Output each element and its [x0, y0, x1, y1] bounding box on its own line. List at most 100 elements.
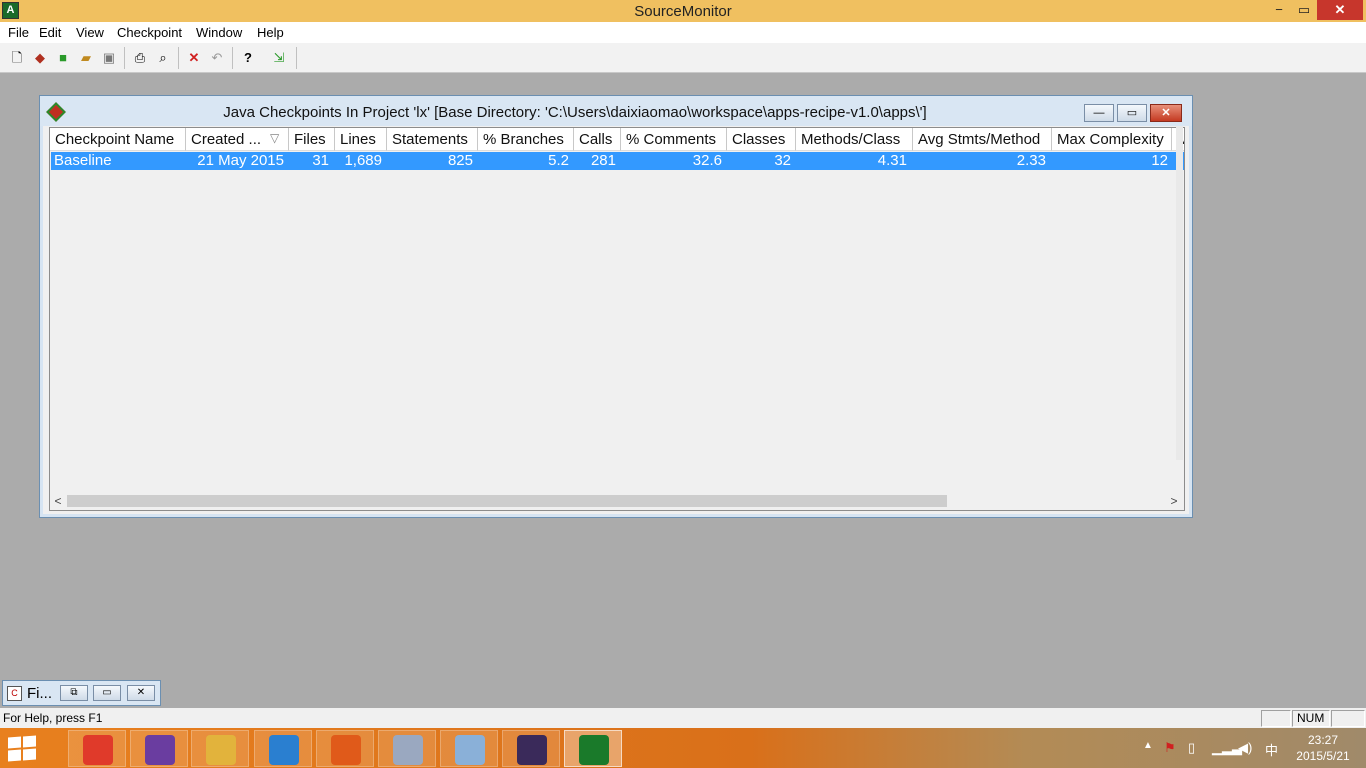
child-close-button[interactable]: ✕ — [1150, 104, 1182, 122]
open-folder-icon[interactable]: ▰ — [76, 48, 96, 68]
column-header-calls[interactable]: Calls — [574, 128, 621, 151]
chrome-icon — [83, 735, 113, 765]
column-header-statements[interactable]: Statements — [387, 128, 478, 151]
table-row-baseline[interactable]: Baseline 21 May 2015 31 1,689 825 5.2 28… — [51, 152, 1184, 170]
taskbar-file-explorer-button[interactable] — [191, 730, 249, 767]
system-clock[interactable]: 23:27 2015/5/21 — [1288, 732, 1358, 764]
table-header: Checkpoint Name Created ... ▽ Files Lines… — [50, 128, 1184, 151]
scroll-left-icon[interactable]: < — [50, 492, 66, 510]
taskbar-powerpoint-like-button[interactable] — [316, 730, 374, 767]
horizontal-scrollbar[interactable]: < > — [50, 492, 1184, 510]
delete-icon[interactable]: ✕ — [184, 48, 204, 68]
sourcemonitor-app: A SourceMonitor − ▭ ✕ File Edit View Che… — [0, 0, 1366, 728]
add-checkpoint-icon[interactable]: ■ — [53, 48, 73, 68]
cell-avg-stmts-per-method: 2.33 — [1016, 152, 1046, 169]
checkpoints-table: Checkpoint Name Created ... ▽ Files Lines… — [49, 127, 1185, 511]
close-button[interactable]: ✕ — [1317, 0, 1363, 20]
column-header-avg-stmts-per-method[interactable]: Avg Stmts/Method — [913, 128, 1052, 151]
open-project-icon[interactable]: ◆ — [30, 48, 50, 68]
scrollbar-thumb[interactable] — [67, 495, 947, 507]
column-header-created[interactable]: Created ... ▽ — [186, 128, 289, 151]
checkpoints-window: Java Checkpoints In Project 'lx' [Base D… — [39, 95, 1193, 518]
windows-logo-icon — [8, 736, 21, 749]
messaging-icon — [269, 735, 299, 765]
column-header-checkpoint-name[interactable]: Checkpoint Name — [50, 128, 186, 151]
column-header-branches[interactable]: % Branches — [478, 128, 574, 151]
print-icon[interactable]: ⎙ — [130, 48, 150, 68]
sort-descending-icon: ▽ — [270, 131, 280, 145]
undo-icon[interactable]: ↶ — [207, 48, 227, 68]
minimized-restore-button[interactable]: ⧉ — [60, 685, 88, 701]
cell-max-complexity: 12 — [1151, 152, 1168, 169]
menu-file[interactable]: File — [8, 25, 29, 40]
status-bar: For Help, press F1 NUM — [0, 708, 1366, 728]
title-bar: A SourceMonitor − ▭ ✕ — [0, 0, 1366, 22]
vertical-scrollbar-stub — [1176, 126, 1183, 460]
minimized-maximize-button[interactable]: ▭ — [93, 685, 121, 701]
column-header-max-complexity[interactable]: Max Complexity — [1052, 128, 1172, 151]
child-minimize-button[interactable]: — — [1084, 104, 1114, 122]
taskbar-java-ee-ide-button[interactable] — [502, 730, 560, 767]
taskbar-visual-studio-button[interactable] — [130, 730, 188, 767]
cell-lines: 1,689 — [344, 152, 382, 169]
minimized-window-label: Fi... — [27, 685, 52, 702]
file-explorer-icon — [206, 735, 236, 765]
status-pane-num: NUM — [1292, 710, 1330, 727]
sourcemonitor-icon — [579, 735, 609, 765]
visual-studio-icon — [145, 735, 175, 765]
minimized-close-button[interactable]: ✕ — [127, 685, 155, 701]
scroll-right-icon[interactable]: > — [1166, 492, 1182, 510]
windows-logo-icon — [23, 748, 36, 761]
start-button[interactable] — [8, 735, 38, 762]
cell-files: 31 — [312, 152, 329, 169]
cell-branches: 5.2 — [548, 152, 569, 169]
column-header-lines[interactable]: Lines — [335, 128, 387, 151]
column-header-comments[interactable]: % Comments — [621, 128, 727, 151]
taskbar-chrome-button[interactable] — [68, 730, 126, 767]
taskbar-messaging-button[interactable] — [254, 730, 312, 767]
exit-icon[interactable]: ⇲ — [269, 48, 289, 68]
context-help-icon[interactable]: ? — [238, 48, 258, 68]
paint-icon — [393, 735, 423, 765]
action-center-flag-icon[interactable]: ⚑ — [1164, 740, 1176, 756]
column-header-files[interactable]: Files — [289, 128, 335, 151]
toolbar-separator — [296, 47, 297, 69]
minimized-child-window[interactable]: C Fi... ⧉ ▭ ✕ — [2, 680, 161, 706]
status-pane-scroll — [1331, 710, 1365, 727]
menu-view[interactable]: View — [76, 25, 104, 40]
taskbar-paint-button[interactable] — [378, 730, 436, 767]
taskbar-sourcemonitor-button[interactable] — [564, 730, 622, 767]
show-hidden-icons-icon[interactable]: ▲ — [1143, 740, 1153, 751]
window-title: SourceMonitor — [634, 3, 732, 20]
cell-comments: 32.6 — [692, 152, 722, 169]
new-file-icon[interactable]: 🗋 — [7, 48, 27, 68]
cell-checkpoint-name: Baseline — [54, 152, 112, 169]
ime-indicator[interactable]: 中 — [1265, 740, 1278, 759]
menu-window[interactable]: Window — [196, 25, 242, 40]
menu-help[interactable]: Help — [257, 25, 284, 40]
menu-edit[interactable]: Edit — [39, 25, 61, 40]
power-icon[interactable]: ▯ — [1188, 740, 1195, 756]
status-pane-caps — [1261, 710, 1291, 727]
cell-classes: 32 — [774, 152, 791, 169]
restore-button[interactable]: ▭ — [1289, 0, 1319, 20]
java-ee-ide-icon — [517, 735, 547, 765]
taskbar-performance-monitor-button[interactable] — [440, 730, 498, 767]
child-maximize-button[interactable]: ▭ — [1117, 104, 1147, 122]
toolbar-separator — [232, 47, 233, 69]
cell-created: 21 May 2015 — [197, 152, 284, 169]
powerpoint-like-icon — [331, 735, 361, 765]
cell-methods-per-class: 4.31 — [877, 152, 907, 169]
print-preview-icon[interactable]: ⌕ — [153, 48, 173, 68]
windows-logo-icon — [23, 735, 36, 748]
checkpoints-window-title-bar: Java Checkpoints In Project 'lx' [Base D… — [40, 96, 1192, 126]
status-help-text: For Help, press F1 — [3, 711, 103, 725]
column-header-methods-per-class[interactable]: Methods/Class — [796, 128, 913, 151]
menu-checkpoint[interactable]: Checkpoint — [117, 25, 182, 40]
toolbar-separator — [178, 47, 179, 69]
column-header-classes[interactable]: Classes — [727, 128, 796, 151]
cell-calls: 281 — [590, 152, 616, 169]
volume-icon[interactable]: ◀) — [1238, 740, 1252, 756]
save-icon[interactable]: ▣ — [99, 48, 119, 68]
performance-monitor-icon — [455, 735, 485, 765]
